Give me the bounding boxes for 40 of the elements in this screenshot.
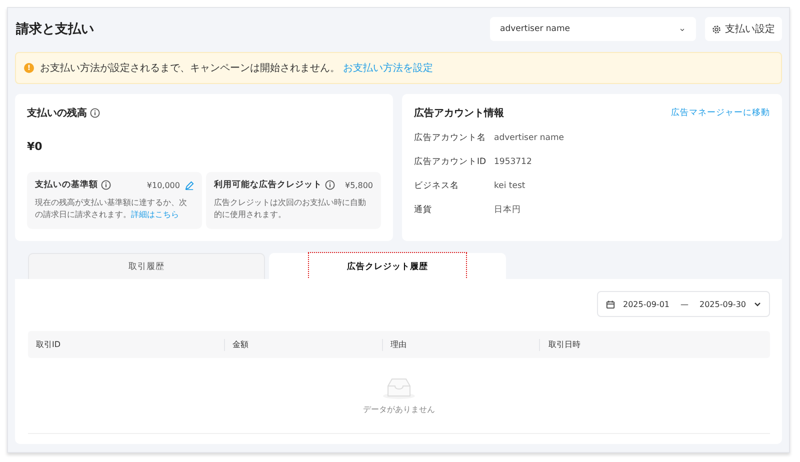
info-icon [90,108,100,118]
field-label: 広告アカウントID [414,156,488,168]
card-title: 広告アカウント情報 [414,106,504,120]
field-value: 1953712 [494,157,532,167]
settings-icon [712,24,721,34]
field-label: 広告アカウント名 [414,132,487,144]
column-header: 金額 [224,338,382,350]
payment-settings-button[interactable]: 支払い設定 [705,17,782,41]
field-label: 通貨 [414,204,433,216]
tile-title: 利用可能な広告クレジット [214,179,322,191]
account-select[interactable]: advertiser name ⌄ [490,17,696,41]
tile-description: 広告クレジットは次回のお支払い時に自動的に使用されます。 [214,197,367,221]
card-title: 支払いの残高 [27,106,87,120]
tile-description: 現在の残高が支払い基準額に達するか、次の請求日に請求されます。詳細はこちら [35,197,188,221]
start-date: 2025-09-01 [623,300,670,308]
date-range-picker[interactable]: 2025-09-01 — 2025-09-30 [597,291,770,317]
field-value: kei test [494,181,526,191]
tab[interactable]: 広告クレジット履歴 [269,253,506,279]
field-value: advertiser name [494,133,564,143]
tile-value: ¥10,000 [146,180,180,190]
calendar-icon [606,300,615,308]
info-icon [325,180,335,190]
pencil-icon[interactable] [185,180,194,190]
end-date: 2025-09-30 [700,300,746,308]
tab[interactable]: 取引履歴 [28,253,265,279]
caret-icon [754,302,761,306]
page-title: 請求と支払い [16,21,95,38]
empty-inbox-icon [382,376,416,398]
tile-value: ¥5,800 [345,180,373,190]
balance-amount: ¥0 [27,140,44,153]
field-value: 日本円 [494,204,521,216]
empty-message: データがありません [363,404,435,414]
column-header: 取引ID [35,339,62,350]
alert-message: お支払い方法が設定されるまで、キャンペーンは開始されません。 お支払い方法を設定 [40,62,434,75]
field-label: ビジネス名 [414,180,460,192]
tile-title: 支払いの基準額 [35,179,98,191]
column-header: 取引日時 [539,338,770,350]
column-header: 理由 [382,338,540,350]
info-icon [101,180,111,190]
date-separator: — [680,300,688,308]
